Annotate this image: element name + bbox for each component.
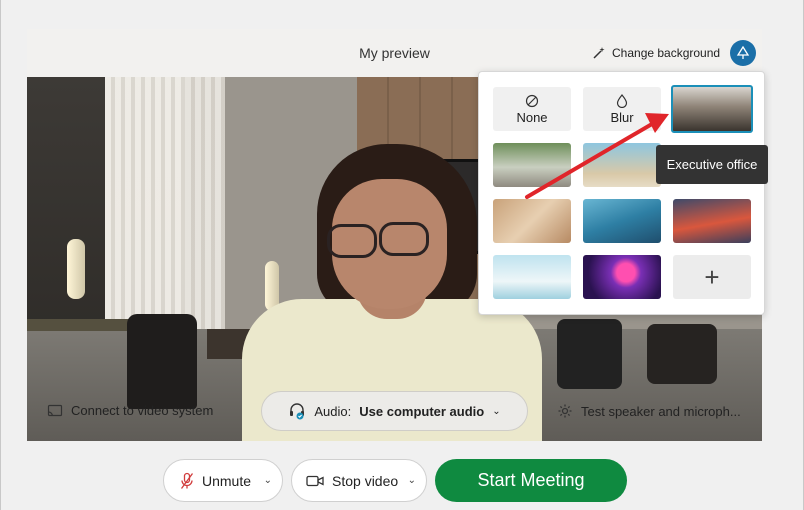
change-background-label: Change background: [612, 46, 721, 60]
background-blue-mountains-option[interactable]: [583, 199, 661, 243]
gear-icon: [558, 404, 572, 418]
none-label: None: [516, 109, 548, 125]
audio-prefix: Audio:: [314, 403, 352, 419]
droplet-icon: [616, 93, 628, 108]
test-speaker-label: Test speaker and microph...: [581, 403, 741, 419]
plus-icon: +: [704, 261, 720, 292]
stop-video-button[interactable]: Stop video ⌄: [291, 459, 427, 502]
background-blur-option[interactable]: Blur: [583, 87, 661, 131]
start-meeting-button[interactable]: Start Meeting: [435, 459, 627, 502]
background-none-option[interactable]: None: [493, 87, 571, 131]
background-beach-option[interactable]: [583, 143, 661, 187]
background-neon-option[interactable]: [583, 255, 661, 299]
cast-icon: [47, 404, 63, 416]
background-executive-office-option[interactable]: [671, 85, 753, 133]
headset-icon: [290, 403, 305, 420]
background-living-room-option[interactable]: [493, 143, 571, 187]
unmute-button[interactable]: Unmute ⌄: [163, 459, 283, 502]
preview-controls: Connect to video system Audio: Use compu…: [27, 386, 762, 441]
scene-lamp: [67, 239, 85, 299]
avatar[interactable]: [730, 40, 756, 66]
tree-icon: [736, 46, 750, 59]
add-background-button[interactable]: +: [673, 255, 751, 299]
blur-label: Blur: [610, 109, 634, 125]
person-glasses: [327, 224, 377, 258]
unmute-label: Unmute: [202, 472, 252, 489]
connect-video-system-button[interactable]: Connect to video system: [47, 403, 213, 418]
magic-wand-icon: [593, 47, 605, 59]
preview-header: My preview Change background: [27, 29, 762, 77]
background-panel: None Blur +: [478, 71, 765, 315]
background-red-abstract-option[interactable]: [673, 199, 751, 243]
video-camera-icon: [306, 475, 324, 486]
chevron-down-icon: ⌄: [492, 405, 501, 417]
audio-value: Use computer audio: [359, 403, 485, 419]
person-glasses: [379, 222, 429, 256]
scene-chair: [557, 319, 622, 389]
connect-video-label: Connect to video system: [71, 403, 214, 418]
background-sunlit-wall-option[interactable]: [493, 199, 571, 243]
audio-select[interactable]: Audio: Use computer audio ⌄: [261, 391, 528, 431]
chevron-down-icon[interactable]: ⌄: [408, 475, 416, 486]
background-pastel-room-option[interactable]: [493, 255, 571, 299]
scene-shelf: [27, 319, 137, 331]
scene-chair: [647, 324, 717, 384]
no-symbol-icon: [525, 94, 539, 107]
stop-video-label: Stop video: [332, 472, 399, 489]
start-meeting-label: Start Meeting: [477, 470, 585, 490]
test-speaker-button[interactable]: Test speaker and microph...: [557, 403, 741, 419]
change-background-button[interactable]: Change background: [584, 40, 728, 66]
microphone-muted-icon: [180, 472, 194, 489]
chevron-down-icon[interactable]: ⌄: [264, 475, 272, 486]
tooltip: Executive office: [656, 145, 768, 184]
